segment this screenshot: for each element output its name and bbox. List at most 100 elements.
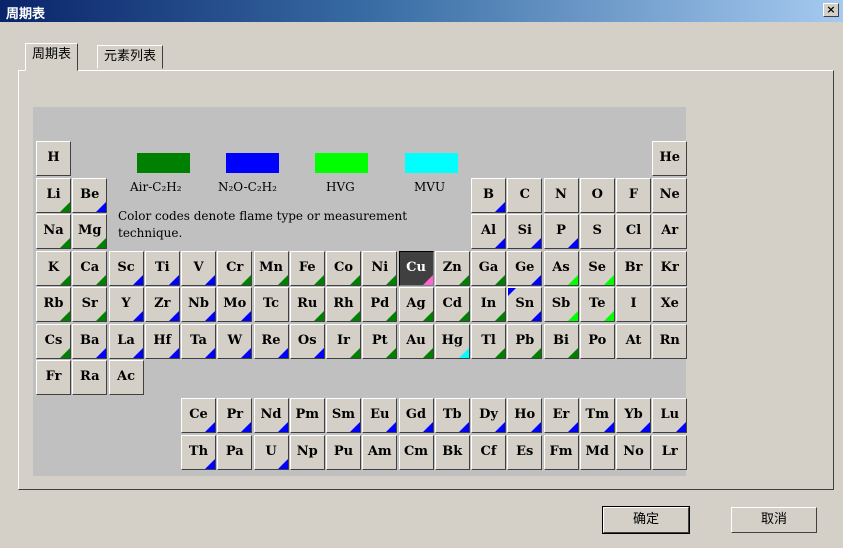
element-ni[interactable]: Ni [362, 250, 398, 286]
element-s[interactable]: S [579, 214, 615, 249]
element-np[interactable]: Np [289, 434, 325, 470]
element-fe[interactable]: Fe [289, 250, 325, 286]
element-am[interactable]: Am [362, 434, 398, 470]
element-sr[interactable]: Sr [72, 287, 108, 322]
element-zn[interactable]: Zn [434, 250, 470, 286]
element-ge[interactable]: Ge [507, 250, 543, 286]
element-au[interactable]: Au [398, 323, 434, 359]
element-ir[interactable]: Ir [326, 323, 361, 359]
element-o[interactable]: O [579, 177, 615, 213]
cancel-button[interactable]: 取消 [731, 507, 817, 533]
element-hg[interactable]: Hg [434, 323, 470, 359]
element-dy[interactable]: Dy [471, 398, 506, 433]
element-tc[interactable]: Tc [253, 287, 289, 322]
element-p[interactable]: P [543, 214, 579, 249]
element-os[interactable]: Os [289, 323, 325, 359]
element-ca[interactable]: Ca [72, 250, 108, 286]
element-h[interactable]: H [36, 141, 71, 176]
element-hf[interactable]: Hf [144, 323, 180, 359]
element-kr[interactable]: Kr [652, 250, 688, 286]
element-cs[interactable]: Cs [36, 323, 71, 359]
element-al[interactable]: Al [471, 214, 506, 249]
element-sc[interactable]: Sc [108, 250, 144, 286]
element-in[interactable]: In [471, 287, 506, 322]
element-cl[interactable]: Cl [616, 214, 651, 249]
close-button[interactable]: × [823, 3, 839, 17]
element-li[interactable]: Li [36, 177, 71, 213]
element-at[interactable]: At [616, 323, 651, 359]
element-bk[interactable]: Bk [434, 434, 470, 470]
element-se[interactable]: Se [579, 250, 615, 286]
element-sm[interactable]: Sm [326, 398, 361, 433]
element-ar[interactable]: Ar [652, 214, 688, 249]
element-ag[interactable]: Ag [398, 287, 434, 322]
element-er[interactable]: Er [543, 398, 579, 433]
element-no[interactable]: No [616, 434, 651, 470]
tab-periodic-table[interactable]: 周期表 [25, 43, 79, 71]
element-rb[interactable]: Rb [36, 287, 71, 322]
element-fr[interactable]: Fr [36, 360, 71, 395]
element-md[interactable]: Md [579, 434, 615, 470]
element-xe[interactable]: Xe [652, 287, 688, 322]
element-nb[interactable]: Nb [181, 287, 216, 322]
element-ti[interactable]: Ti [144, 250, 180, 286]
element-k[interactable]: K [36, 250, 71, 286]
element-bi[interactable]: Bi [543, 323, 579, 359]
element-b[interactable]: B [471, 177, 506, 213]
element-th[interactable]: Th [181, 434, 216, 470]
element-w[interactable]: W [217, 323, 253, 359]
element-zr[interactable]: Zr [144, 287, 180, 322]
element-re[interactable]: Re [253, 323, 289, 359]
element-nd[interactable]: Nd [253, 398, 289, 433]
element-es[interactable]: Es [507, 434, 543, 470]
element-n[interactable]: N [543, 177, 579, 213]
element-ga[interactable]: Ga [471, 250, 506, 286]
element-lr[interactable]: Lr [652, 434, 688, 470]
element-cf[interactable]: Cf [471, 434, 506, 470]
element-c[interactable]: C [507, 177, 543, 213]
element-ac[interactable]: Ac [108, 360, 144, 395]
ok-button[interactable]: 确定 [602, 506, 690, 534]
element-pb[interactable]: Pb [507, 323, 543, 359]
element-ba[interactable]: Ba [72, 323, 108, 359]
element-yb[interactable]: Yb [616, 398, 651, 433]
element-ta[interactable]: Ta [181, 323, 216, 359]
element-br[interactable]: Br [616, 250, 651, 286]
element-tb[interactable]: Tb [434, 398, 470, 433]
element-be[interactable]: Be [72, 177, 108, 213]
element-tm[interactable]: Tm [579, 398, 615, 433]
element-gd[interactable]: Gd [398, 398, 434, 433]
element-as[interactable]: As [543, 250, 579, 286]
element-cu[interactable]: Cu [398, 250, 434, 286]
element-po[interactable]: Po [579, 323, 615, 359]
element-sn[interactable]: Sn [507, 287, 543, 322]
element-ho[interactable]: Ho [507, 398, 543, 433]
element-v[interactable]: V [181, 250, 216, 286]
element-te[interactable]: Te [579, 287, 615, 322]
element-pd[interactable]: Pd [362, 287, 398, 322]
element-pt[interactable]: Pt [362, 323, 398, 359]
element-ne[interactable]: Ne [652, 177, 688, 213]
element-u[interactable]: U [253, 434, 289, 470]
element-pm[interactable]: Pm [289, 398, 325, 433]
element-y[interactable]: Y [108, 287, 144, 322]
element-ra[interactable]: Ra [72, 360, 108, 395]
element-lu[interactable]: Lu [652, 398, 688, 433]
element-na[interactable]: Na [36, 214, 71, 249]
element-rn[interactable]: Rn [652, 323, 688, 359]
element-ru[interactable]: Ru [289, 287, 325, 322]
element-la[interactable]: La [108, 323, 144, 359]
element-cr[interactable]: Cr [217, 250, 253, 286]
element-mo[interactable]: Mo [217, 287, 253, 322]
element-mn[interactable]: Mn [253, 250, 289, 286]
element-fm[interactable]: Fm [543, 434, 579, 470]
element-he[interactable]: He [652, 141, 688, 176]
element-cm[interactable]: Cm [398, 434, 434, 470]
element-f[interactable]: F [616, 177, 651, 213]
element-tl[interactable]: Tl [471, 323, 506, 359]
element-ce[interactable]: Ce [181, 398, 216, 433]
element-cd[interactable]: Cd [434, 287, 470, 322]
tab-element-list[interactable]: 元素列表 [97, 45, 164, 69]
element-co[interactable]: Co [326, 250, 361, 286]
element-pa[interactable]: Pa [217, 434, 253, 470]
